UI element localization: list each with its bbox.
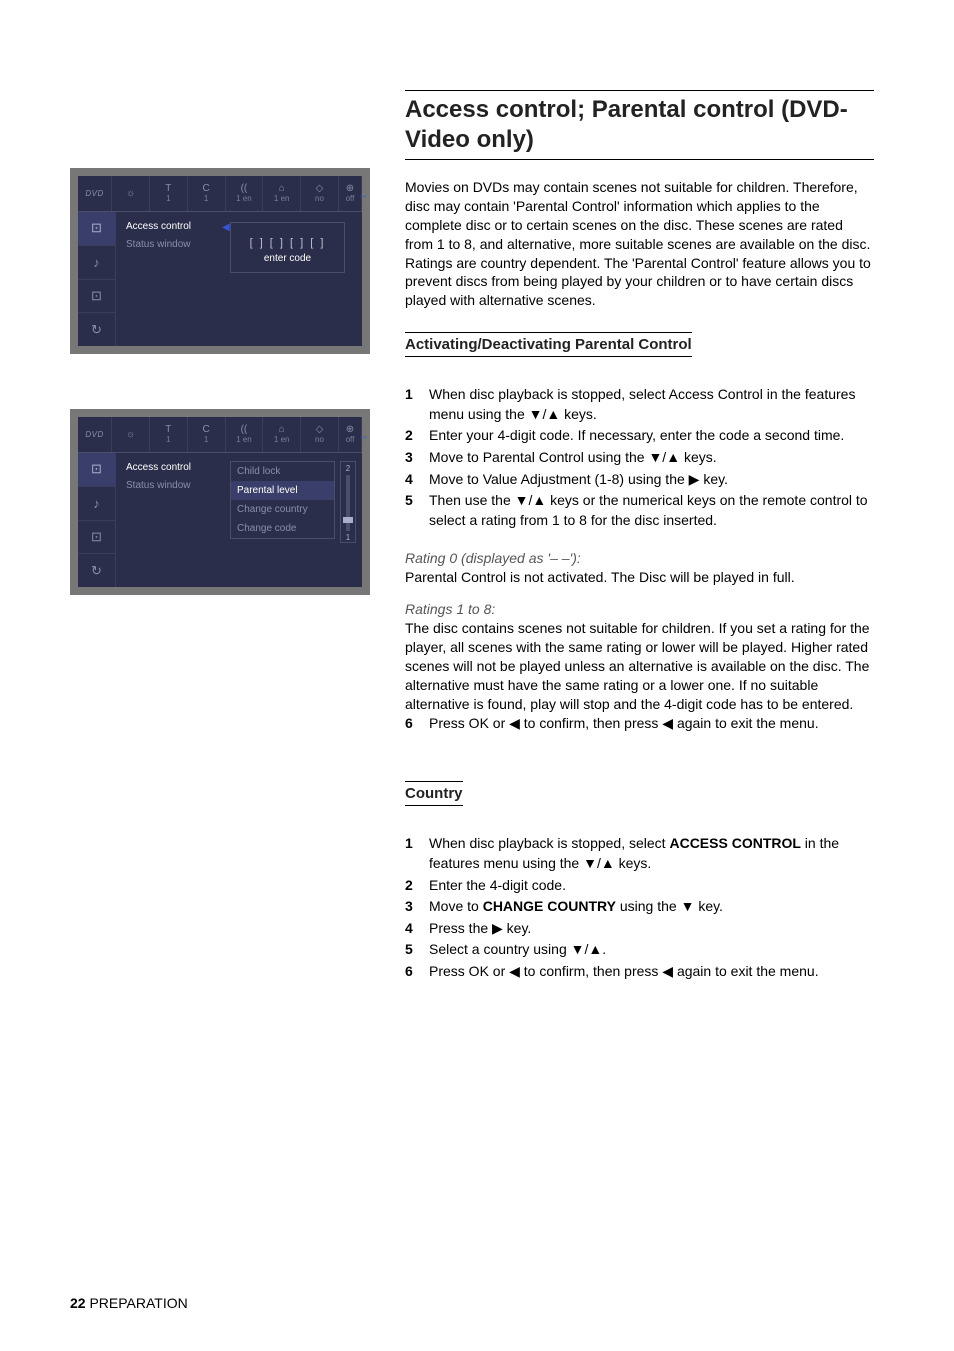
submenu-child-lock: Child lock <box>231 462 334 481</box>
rating0-label: Rating 0 (displayed as '– –'): <box>405 550 874 566</box>
subheading-country: Country <box>405 781 463 806</box>
arrow-left-icon: ◀ <box>222 222 230 233</box>
arrow-right-icon: → <box>358 190 368 201</box>
subheading-activating: Activating/Deactivating Parental Control <box>405 332 692 357</box>
main-heading: Access control; Parental control (DVD-Vi… <box>405 90 874 160</box>
osd-header: DVD ☼ T1 C1 ((1 en ⌂1 en ◇no ⊕off <box>78 176 362 212</box>
submenu-change-country: Change country <box>231 500 334 519</box>
subtitle-icon: ⊡ <box>78 521 115 555</box>
film-icon: ⊡ <box>78 453 115 487</box>
osd-menu-status-window: Status window <box>122 477 218 494</box>
submenu-parental-level: Parental level <box>231 481 334 500</box>
music-icon: ♪ <box>78 246 115 280</box>
ratings18-text: The disc contains scenes not suitable fo… <box>405 619 874 713</box>
osd-submenu: Child lock Parental level Change country… <box>230 461 335 539</box>
osd-screenshot-access: → DVD ☼ T1 C1 ((1 en ⌂1 en ◇no ⊕off ⊡ ♪ … <box>70 168 370 354</box>
arrow-right-icon: → <box>358 431 368 442</box>
country-steps-list: 1When disc playback is stopped, select A… <box>405 834 874 981</box>
ratings18-label: Ratings 1 to 8: <box>405 601 874 617</box>
osd-slider: 2 1 <box>340 461 356 543</box>
page-footer: 22 PREPARATION <box>70 1295 188 1311</box>
osd-header: DVD ☼ T1 C1 ((1 en ⌂1 en ◇no ⊕off <box>78 417 362 453</box>
music-icon: ♪ <box>78 487 115 521</box>
film-icon: ⊡ <box>78 212 115 246</box>
osd-code-box: [ ] [ ] [ ] [ ] enter code <box>230 222 345 273</box>
osd-sidebar: ⊡ ♪ ⊡ ↻ <box>78 453 116 587</box>
intro-paragraph: Movies on DVDs may contain scenes not su… <box>405 178 874 310</box>
osd-menu-status-window: Status window <box>122 236 218 253</box>
osd-menu-access-control: Access control <box>122 459 218 476</box>
osd-screenshot-parental: → DVD ☼ T1 C1 ((1 en ⌂1 en ◇no ⊕off ⊡ ♪ … <box>70 409 370 595</box>
dvd-logo: DVD <box>85 189 103 198</box>
submenu-change-code: Change code <box>231 519 334 538</box>
activating-steps-list: 1When disc playback is stopped, select A… <box>405 385 874 530</box>
osd-sidebar: ⊡ ♪ ⊡ ↻ <box>78 212 116 346</box>
rating0-text: Parental Control is not activated. The D… <box>405 568 874 587</box>
dvd-logo: DVD <box>85 430 103 439</box>
settings-icon: ↻ <box>78 554 115 587</box>
settings-icon: ↻ <box>78 313 115 346</box>
subtitle-icon: ⊡ <box>78 280 115 314</box>
osd-menu-access-control: Access control <box>122 218 218 235</box>
